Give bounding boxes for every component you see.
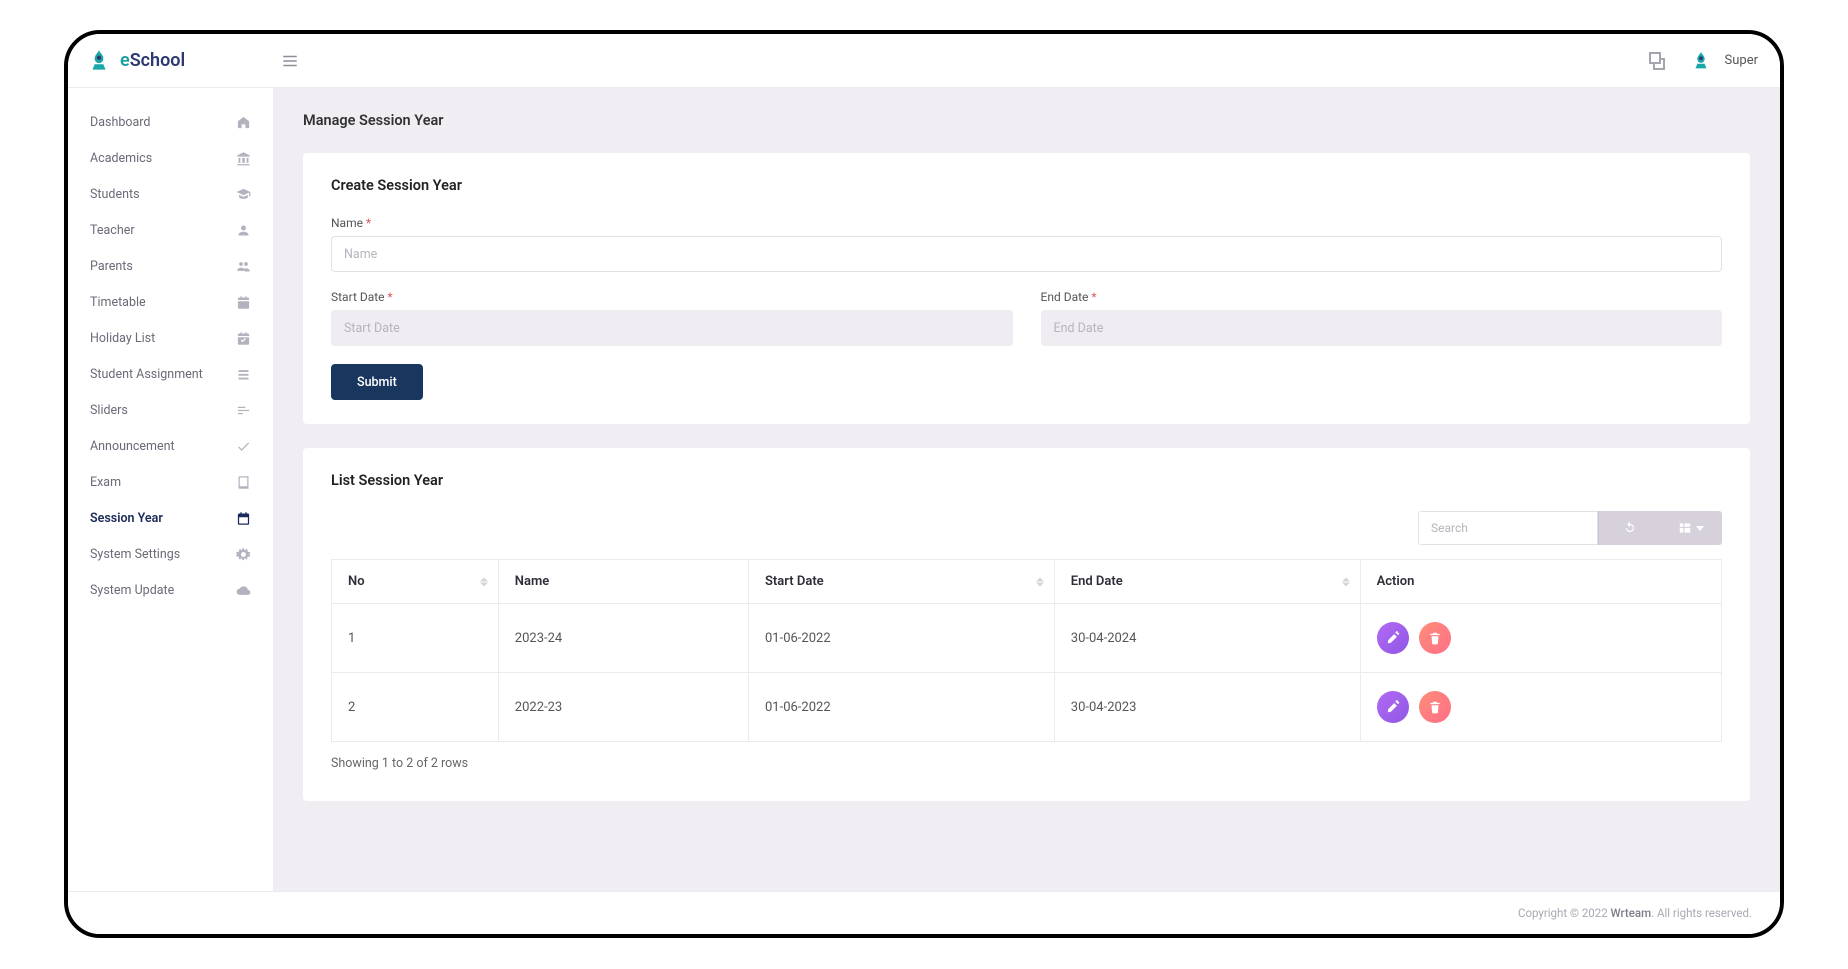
edit-icon xyxy=(1386,700,1400,714)
col-action: Action xyxy=(1360,560,1721,604)
sidebar-item-parents[interactable]: Parents xyxy=(68,248,273,284)
sidebar-item-label: System Settings xyxy=(90,547,180,562)
sidebar-item-label: Announcement xyxy=(90,439,175,454)
sidebar-item-label: Timetable xyxy=(90,295,146,310)
list-session-year-card: List Session Year No Name Start Date End… xyxy=(303,448,1750,801)
home-icon xyxy=(235,114,251,130)
brand[interactable]: eSchool xyxy=(86,48,276,74)
sidebar-item-label: Parents xyxy=(90,259,133,274)
brand-logo-icon xyxy=(86,48,112,74)
sidebar-item-dashboard[interactable]: Dashboard xyxy=(68,104,273,140)
sidebar-item-announcement[interactable]: Announcement xyxy=(68,428,273,464)
col-name[interactable]: Name xyxy=(498,560,748,604)
sidebar-item-system-settings[interactable]: System Settings xyxy=(68,536,273,572)
sidebar-item-label: Sliders xyxy=(90,403,128,418)
edit-button[interactable] xyxy=(1377,622,1409,654)
sidebar-item-label: Exam xyxy=(90,475,121,490)
sidebar-item-holiday-list[interactable]: Holiday List xyxy=(68,320,273,356)
translate-icon xyxy=(1645,49,1669,73)
cell-end: 30-04-2024 xyxy=(1054,604,1360,673)
user-name: Super xyxy=(1725,53,1758,68)
calendar-check-icon xyxy=(235,330,251,346)
name-label: Name * xyxy=(331,216,1722,230)
col-end[interactable]: End Date xyxy=(1054,560,1360,604)
cell-start: 01-06-2022 xyxy=(748,604,1054,673)
sidebar-item-students[interactable]: Students xyxy=(68,176,273,212)
sidebar-item-student-assignment[interactable]: Student Assignment xyxy=(68,356,273,392)
cell-no: 1 xyxy=(332,604,499,673)
sidebar-item-system-update[interactable]: System Update xyxy=(68,572,273,608)
calendar-icon xyxy=(235,294,251,310)
col-no[interactable]: No xyxy=(332,560,499,604)
calendar-bold-icon xyxy=(235,510,251,526)
list-icon xyxy=(235,366,251,382)
footer: Copyright © 2022 Wrteam. All rights rese… xyxy=(68,891,1780,934)
table-row: 22022-2301-06-202230-04-2023 xyxy=(332,673,1722,742)
delete-button[interactable] xyxy=(1419,622,1451,654)
submit-button[interactable]: Submit xyxy=(331,364,423,400)
refresh-button[interactable] xyxy=(1598,511,1660,545)
columns-button[interactable] xyxy=(1660,511,1722,545)
session-year-table: No Name Start Date End Date Action 12023… xyxy=(331,559,1722,742)
institution-icon xyxy=(235,150,251,166)
refresh-icon xyxy=(1623,521,1637,535)
edit-button[interactable] xyxy=(1377,691,1409,723)
sidebar-item-label: Teacher xyxy=(90,223,135,238)
sidebar: Dashboard Academics Students Teacher Parents… xyxy=(68,88,273,891)
start-date-label: Start Date * xyxy=(331,290,1013,304)
create-card-title: Create Session Year xyxy=(331,177,1722,194)
user-icon xyxy=(235,222,251,238)
cell-start: 01-06-2022 xyxy=(748,673,1054,742)
user-menu[interactable]: Super xyxy=(1687,47,1758,75)
trash-icon xyxy=(1428,700,1442,714)
delete-button[interactable] xyxy=(1419,691,1451,723)
trash-icon xyxy=(1428,631,1442,645)
sidebar-item-label: Session Year xyxy=(90,511,163,526)
end-date-label: End Date * xyxy=(1041,290,1723,304)
language-button[interactable] xyxy=(1645,49,1669,73)
cell-end: 30-04-2023 xyxy=(1054,673,1360,742)
table-info: Showing 1 to 2 of 2 rows xyxy=(331,756,1722,771)
col-start[interactable]: Start Date xyxy=(748,560,1054,604)
brand-text: eSchool xyxy=(120,50,185,71)
cell-name: 2022-23 xyxy=(498,673,748,742)
menu-toggle[interactable] xyxy=(276,47,304,75)
table-row: 12023-2401-06-202230-04-2024 xyxy=(332,604,1722,673)
gear-icon xyxy=(235,546,251,562)
graduation-icon xyxy=(235,186,251,202)
chevron-down-icon xyxy=(1696,526,1704,531)
sidebar-item-label: Academics xyxy=(90,151,152,166)
sidebar-item-label: Dashboard xyxy=(90,115,150,130)
sidebar-item-academics[interactable]: Academics xyxy=(68,140,273,176)
sidebar-item-exam[interactable]: Exam xyxy=(68,464,273,500)
sliders-icon xyxy=(235,402,251,418)
sidebar-item-session-year[interactable]: Session Year xyxy=(68,500,273,536)
start-date-input[interactable] xyxy=(331,310,1013,346)
sidebar-item-label: Student Assignment xyxy=(90,367,203,382)
sidebar-item-teacher[interactable]: Teacher xyxy=(68,212,273,248)
cell-name: 2023-24 xyxy=(498,604,748,673)
edit-icon xyxy=(1386,631,1400,645)
columns-icon xyxy=(1678,521,1692,535)
sidebar-item-sliders[interactable]: Sliders xyxy=(68,392,273,428)
cloud-icon xyxy=(235,582,251,598)
create-session-year-card: Create Session Year Name * Start Date * … xyxy=(303,153,1750,424)
sidebar-item-timetable[interactable]: Timetable xyxy=(68,284,273,320)
list-card-title: List Session Year xyxy=(331,472,1722,489)
sidebar-item-label: Students xyxy=(90,187,140,202)
page-title: Manage Session Year xyxy=(303,112,1750,129)
book-icon xyxy=(235,474,251,490)
name-input[interactable] xyxy=(331,236,1722,272)
users-icon xyxy=(235,258,251,274)
search-input[interactable] xyxy=(1418,511,1598,545)
sidebar-item-label: Holiday List xyxy=(90,331,155,346)
bars-icon xyxy=(281,52,299,70)
cell-no: 2 xyxy=(332,673,499,742)
end-date-input[interactable] xyxy=(1041,310,1723,346)
cell-action xyxy=(1360,604,1721,673)
cell-action xyxy=(1360,673,1721,742)
avatar-icon xyxy=(1687,47,1715,75)
sidebar-item-label: System Update xyxy=(90,583,174,598)
check-icon xyxy=(235,438,251,454)
